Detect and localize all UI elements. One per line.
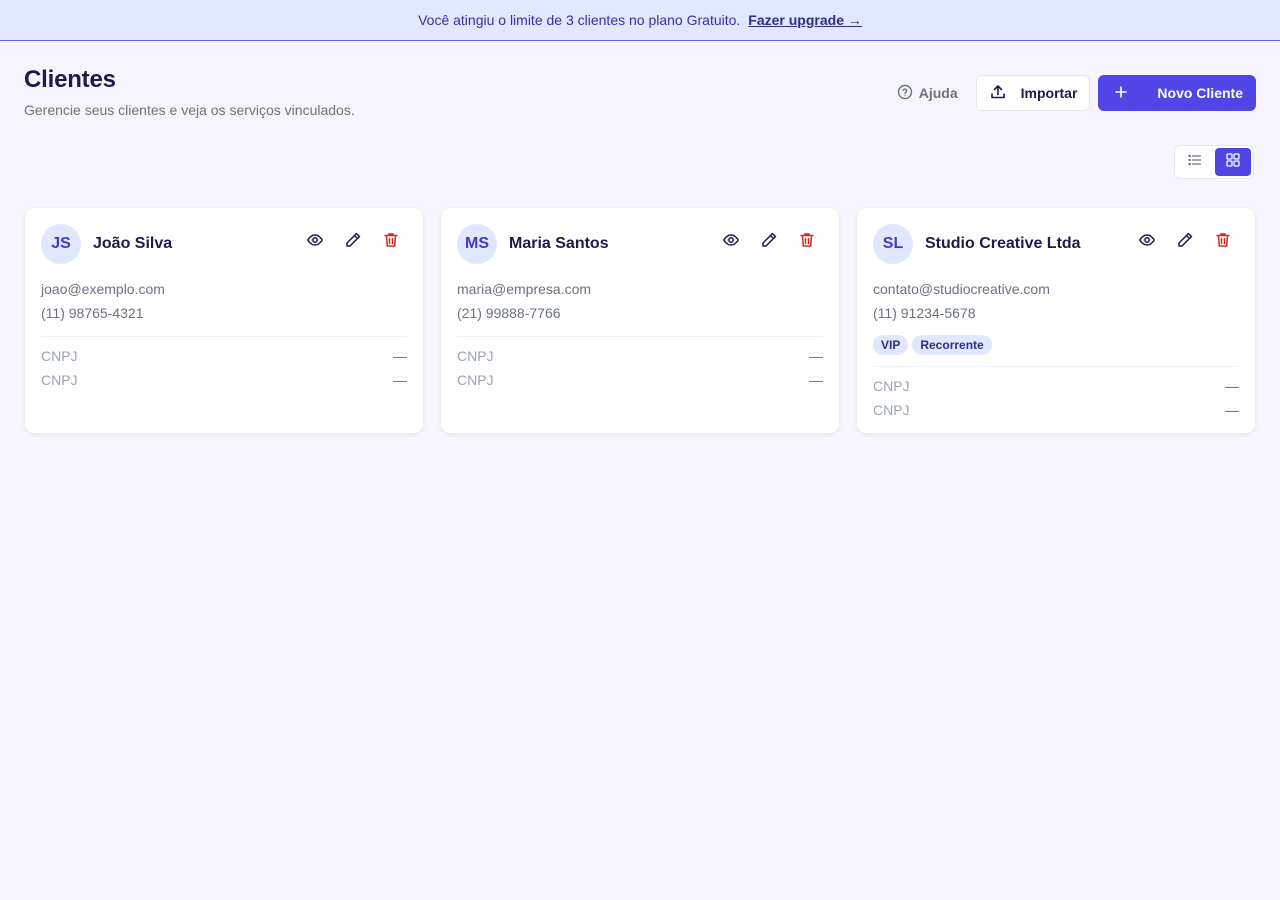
avatar: MS	[457, 224, 497, 264]
card-actions	[1131, 226, 1239, 258]
meta-label: CNPJ	[873, 402, 910, 418]
upgrade-link[interactable]: Fazer upgrade →	[748, 12, 862, 28]
meta-label: CNPJ	[457, 372, 494, 388]
meta-row: CNPJ —	[873, 374, 1239, 398]
client-card: MS Maria Santos maria@empresa.com (21) 9…	[440, 207, 840, 434]
client-name: Studio Creative Ltda	[925, 235, 1081, 252]
client-name: Maria Santos	[509, 235, 609, 252]
new-client-label: Novo Cliente	[1157, 85, 1243, 101]
view-toggle	[1174, 145, 1254, 179]
client-phone: (21) 99888-7766	[457, 305, 561, 321]
page-header: Clientes Gerencie seus clientes e veja o…	[24, 66, 1256, 118]
help-label: Ajuda	[918, 85, 958, 101]
upgrade-banner: Você atingiu o limite de 3 clientes no p…	[0, 0, 1280, 41]
page-subtitle: Gerencie seus clientes e veja os serviço…	[24, 102, 355, 118]
client-cards: JS João Silva joao@exemplo.com (11) 9876…	[24, 207, 1256, 434]
banner-message: Você atingiu o limite de 3 clientes no p…	[418, 12, 741, 28]
avatar: JS	[41, 224, 81, 264]
meta-label: CNPJ	[41, 372, 78, 388]
trash-icon	[382, 231, 400, 254]
client-email: joao@exemplo.com	[41, 281, 165, 297]
tag-badge: VIP	[873, 335, 909, 355]
meta-row: CNPJ —	[457, 344, 823, 368]
contact-info: joao@exemplo.com (11) 98765-4321	[41, 277, 407, 325]
import-button[interactable]: Importar	[975, 75, 1091, 111]
delete-client-button[interactable]	[1207, 226, 1239, 258]
edit-client-button[interactable]	[337, 226, 369, 258]
help-icon	[897, 84, 913, 103]
card-actions	[299, 226, 407, 258]
title-block: Clientes Gerencie seus clientes e veja o…	[24, 66, 355, 118]
contact-info: maria@empresa.com (21) 99888-7766	[457, 277, 823, 325]
card-actions	[715, 226, 823, 258]
meta-row: CNPJ —	[41, 368, 407, 392]
upload-icon	[989, 83, 1007, 104]
eye-icon	[1138, 231, 1156, 254]
divider	[873, 366, 1239, 367]
import-label: Importar	[1020, 85, 1078, 101]
meta-value: —	[809, 372, 823, 388]
meta-label: CNPJ	[41, 348, 78, 364]
contact-info: contato@studiocreative.com (11) 91234-56…	[873, 277, 1239, 325]
eye-icon	[722, 231, 740, 254]
delete-client-button[interactable]	[791, 226, 823, 258]
meta-value: —	[1225, 378, 1239, 394]
list-icon	[1187, 152, 1203, 173]
view-client-button[interactable]	[1131, 226, 1163, 258]
meta-value: —	[393, 348, 407, 364]
divider	[457, 336, 823, 337]
view-client-button[interactable]	[299, 226, 331, 258]
card-header: MS Maria Santos	[457, 224, 823, 264]
eye-icon	[306, 231, 324, 254]
card-header: SL Studio Creative Ltda	[873, 224, 1239, 264]
page-title: Clientes	[24, 66, 116, 93]
client-email: maria@empresa.com	[457, 281, 592, 297]
delete-client-button[interactable]	[375, 226, 407, 258]
meta-label: CNPJ	[457, 348, 494, 364]
meta-value: —	[809, 348, 823, 364]
list-view-button[interactable]	[1177, 148, 1213, 176]
client-card: SL Studio Creative Ltda contato@studiocr…	[856, 207, 1256, 434]
client-tags: VIP Recorrente	[873, 335, 1239, 355]
meta-value: —	[1225, 402, 1239, 418]
client-name: João Silva	[93, 235, 173, 252]
tag-badge: Recorrente	[912, 335, 992, 355]
help-button[interactable]: Ajuda	[887, 75, 968, 111]
avatar: SL	[873, 224, 913, 264]
header-actions: Ajuda Importar Novo Cliente	[887, 75, 1256, 111]
edit-client-button[interactable]	[753, 226, 785, 258]
trash-icon	[798, 231, 816, 254]
client-phone: (11) 98765-4321	[41, 305, 144, 321]
pencil-icon	[760, 231, 778, 254]
meta-row: CNPJ —	[873, 398, 1239, 422]
meta-value: —	[393, 372, 407, 388]
divider	[41, 336, 407, 337]
edit-client-button[interactable]	[1169, 226, 1201, 258]
view-client-button[interactable]	[715, 226, 747, 258]
meta-row: CNPJ —	[41, 344, 407, 368]
pencil-icon	[1176, 231, 1194, 254]
pencil-icon	[344, 231, 362, 254]
client-email: contato@studiocreative.com	[873, 281, 1050, 297]
card-header: JS João Silva	[41, 224, 407, 264]
meta-row: CNPJ —	[457, 368, 823, 392]
grid-view-button[interactable]	[1215, 148, 1251, 176]
new-client-button[interactable]: Novo Cliente	[1098, 75, 1256, 111]
plus-icon	[1113, 84, 1129, 103]
client-card: JS João Silva joao@exemplo.com (11) 9876…	[24, 207, 424, 434]
client-phone: (11) 91234-5678	[873, 305, 976, 321]
trash-icon	[1214, 231, 1232, 254]
meta-label: CNPJ	[873, 378, 910, 394]
grid-icon	[1225, 152, 1241, 173]
